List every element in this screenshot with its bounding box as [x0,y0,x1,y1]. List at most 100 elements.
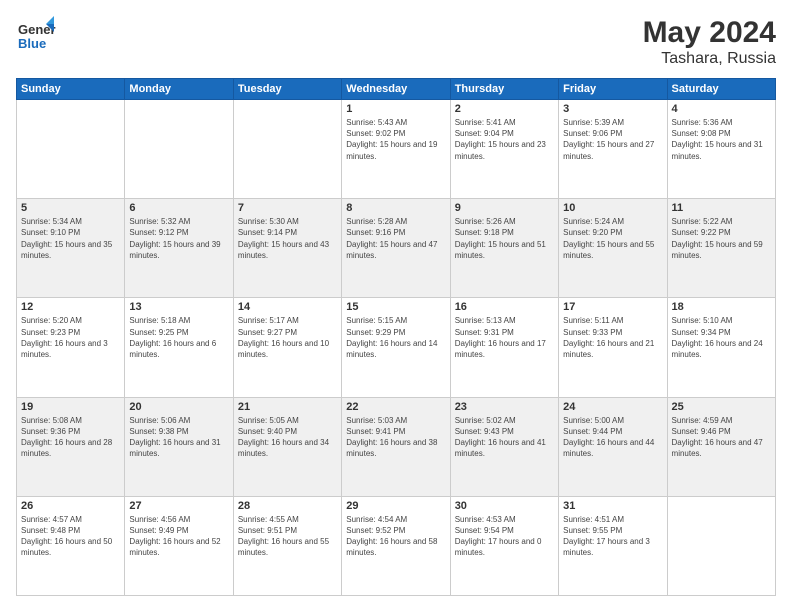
day-number: 6 [129,202,228,214]
day-info: Sunrise: 5:13 AMSunset: 9:31 PMDaylight:… [455,315,554,360]
calendar-cell [17,100,125,199]
page: General Blue May 2024 Tashara, Russia Su… [0,0,792,612]
day-info: Sunrise: 5:00 AMSunset: 9:44 PMDaylight:… [563,415,662,460]
calendar-cell: 14Sunrise: 5:17 AMSunset: 9:27 PMDayligh… [233,298,341,397]
col-sunday: Sunday [17,79,125,100]
calendar-cell: 19Sunrise: 5:08 AMSunset: 9:36 PMDayligh… [17,397,125,496]
day-info: Sunrise: 5:34 AMSunset: 9:10 PMDaylight:… [21,216,120,261]
day-number: 19 [21,401,120,413]
day-number: 18 [672,301,771,313]
day-info: Sunrise: 5:39 AMSunset: 9:06 PMDaylight:… [563,117,662,162]
day-number: 24 [563,401,662,413]
day-number: 12 [21,301,120,313]
day-info: Sunrise: 4:56 AMSunset: 9:49 PMDaylight:… [129,514,228,559]
day-info: Sunrise: 4:59 AMSunset: 9:46 PMDaylight:… [672,415,771,460]
calendar-cell: 28 Sunrise: 4:55 AMSunset: 9:51 PMDayligh… [233,496,341,595]
calendar-week-2: 5 Sunrise: 5:34 AMSunset: 9:10 PMDaylight… [17,199,776,298]
day-info: Sunrise: 5:02 AMSunset: 9:43 PMDaylight:… [455,415,554,460]
calendar-cell: 26 Sunrise: 4:57 AMSunset: 9:48 PMDayligh… [17,496,125,595]
calendar-cell: 7Sunrise: 5:30 AMSunset: 9:14 PMDaylight… [233,199,341,298]
day-info: Sunrise: 4:57 AMSunset: 9:48 PMDaylight:… [21,514,120,559]
day-number: 4 [672,103,771,115]
calendar-cell [667,496,775,595]
day-number: 13 [129,301,228,313]
calendar-cell: 11 Sunrise: 5:22 AMSunset: 9:22 PMDayligh… [667,199,775,298]
calendar-week-5: 26 Sunrise: 4:57 AMSunset: 9:48 PMDayligh… [17,496,776,595]
day-info: Sunrise: 5:43 AMSunset: 9:02 PMDaylight:… [346,117,445,162]
day-number: 20 [129,401,228,413]
day-info: Sunrise: 5:20 AMSunset: 9:23 PMDaylight:… [21,315,120,360]
day-number: 3 [563,103,662,115]
day-number: 26 [21,500,120,512]
calendar-week-4: 19Sunrise: 5:08 AMSunset: 9:36 PMDayligh… [17,397,776,496]
day-number: 14 [238,301,337,313]
title-block: May 2024 Tashara, Russia [643,16,776,68]
calendar-cell: 4 Sunrise: 5:36 AMSunset: 9:08 PMDaylight… [667,100,775,199]
calendar-cell [125,100,233,199]
sub-title: Tashara, Russia [643,50,776,68]
day-info: Sunrise: 5:11 AMSunset: 9:33 PMDaylight:… [563,315,662,360]
day-number: 16 [455,301,554,313]
day-number: 23 [455,401,554,413]
day-info: Sunrise: 5:41 AMSunset: 9:04 PMDaylight:… [455,117,554,162]
day-number: 1 [346,103,445,115]
col-wednesday: Wednesday [342,79,450,100]
col-thursday: Thursday [450,79,558,100]
calendar-cell: 21Sunrise: 5:05 AMSunset: 9:40 PMDayligh… [233,397,341,496]
day-info: Sunrise: 5:03 AMSunset: 9:41 PMDaylight:… [346,415,445,460]
day-number: 11 [672,202,771,214]
day-number: 8 [346,202,445,214]
day-number: 15 [346,301,445,313]
day-number: 22 [346,401,445,413]
calendar-cell: 29 Sunrise: 4:54 AMSunset: 9:52 PMDayligh… [342,496,450,595]
calendar-cell: 15 Sunrise: 5:15 AMSunset: 9:29 PMDayligh… [342,298,450,397]
calendar-cell: 22 Sunrise: 5:03 AMSunset: 9:41 PMDayligh… [342,397,450,496]
calendar-cell: 24 Sunrise: 5:00 AMSunset: 9:44 PMDayligh… [559,397,667,496]
day-number: 10 [563,202,662,214]
calendar-week-1: 1 Sunrise: 5:43 AMSunset: 9:02 PMDaylight… [17,100,776,199]
calendar-cell: 10 Sunrise: 5:24 AMSunset: 9:20 PMDayligh… [559,199,667,298]
day-info: Sunrise: 5:32 AMSunset: 9:12 PMDaylight:… [129,216,228,261]
day-number: 29 [346,500,445,512]
day-info: Sunrise: 5:28 AMSunset: 9:16 PMDaylight:… [346,216,445,261]
day-number: 5 [21,202,120,214]
calendar: Sunday Monday Tuesday Wednesday Thursday… [16,78,776,596]
day-info: Sunrise: 4:54 AMSunset: 9:52 PMDaylight:… [346,514,445,559]
calendar-cell [233,100,341,199]
day-number: 28 [238,500,337,512]
day-number: 21 [238,401,337,413]
main-title: May 2024 [643,16,776,50]
calendar-cell: 13 Sunrise: 5:18 AMSunset: 9:25 PMDayligh… [125,298,233,397]
calendar-cell: 18 Sunrise: 5:10 AMSunset: 9:34 PMDayligh… [667,298,775,397]
day-info: Sunrise: 5:06 AMSunset: 9:38 PMDaylight:… [129,415,228,460]
day-info: Sunrise: 4:51 AMSunset: 9:55 PMDaylight:… [563,514,662,559]
calendar-cell: 16 Sunrise: 5:13 AMSunset: 9:31 PMDayligh… [450,298,558,397]
day-info: Sunrise: 4:55 AMSunset: 9:51 PMDaylight:… [238,514,337,559]
day-info: Sunrise: 5:24 AMSunset: 9:20 PMDaylight:… [563,216,662,261]
day-number: 7 [238,202,337,214]
day-info: Sunrise: 4:53 AMSunset: 9:54 PMDaylight:… [455,514,554,559]
day-number: 25 [672,401,771,413]
calendar-cell: 1 Sunrise: 5:43 AMSunset: 9:02 PMDaylight… [342,100,450,199]
calendar-cell: 20 Sunrise: 5:06 AMSunset: 9:38 PMDayligh… [125,397,233,496]
col-friday: Friday [559,79,667,100]
calendar-cell: 25 Sunrise: 4:59 AMSunset: 9:46 PMDayligh… [667,397,775,496]
calendar-cell: 8 Sunrise: 5:28 AMSunset: 9:16 PMDaylight… [342,199,450,298]
calendar-cell: 9 Sunrise: 5:26 AMSunset: 9:18 PMDaylight… [450,199,558,298]
day-info: Sunrise: 5:26 AMSunset: 9:18 PMDaylight:… [455,216,554,261]
day-number: 27 [129,500,228,512]
day-number: 2 [455,103,554,115]
day-info: Sunrise: 5:15 AMSunset: 9:29 PMDaylight:… [346,315,445,360]
day-info: Sunrise: 5:10 AMSunset: 9:34 PMDaylight:… [672,315,771,360]
calendar-cell: 12 Sunrise: 5:20 AMSunset: 9:23 PMDayligh… [17,298,125,397]
calendar-cell: 5 Sunrise: 5:34 AMSunset: 9:10 PMDaylight… [17,199,125,298]
day-info: Sunrise: 5:18 AMSunset: 9:25 PMDaylight:… [129,315,228,360]
day-number: 31 [563,500,662,512]
calendar-cell: 3 Sunrise: 5:39 AMSunset: 9:06 PMDaylight… [559,100,667,199]
calendar-week-3: 12 Sunrise: 5:20 AMSunset: 9:23 PMDayligh… [17,298,776,397]
day-number: 9 [455,202,554,214]
calendar-cell: 23 Sunrise: 5:02 AMSunset: 9:43 PMDayligh… [450,397,558,496]
day-info: Sunrise: 5:22 AMSunset: 9:22 PMDaylight:… [672,216,771,261]
col-tuesday: Tuesday [233,79,341,100]
day-info: Sunrise: 5:36 AMSunset: 9:08 PMDaylight:… [672,117,771,162]
